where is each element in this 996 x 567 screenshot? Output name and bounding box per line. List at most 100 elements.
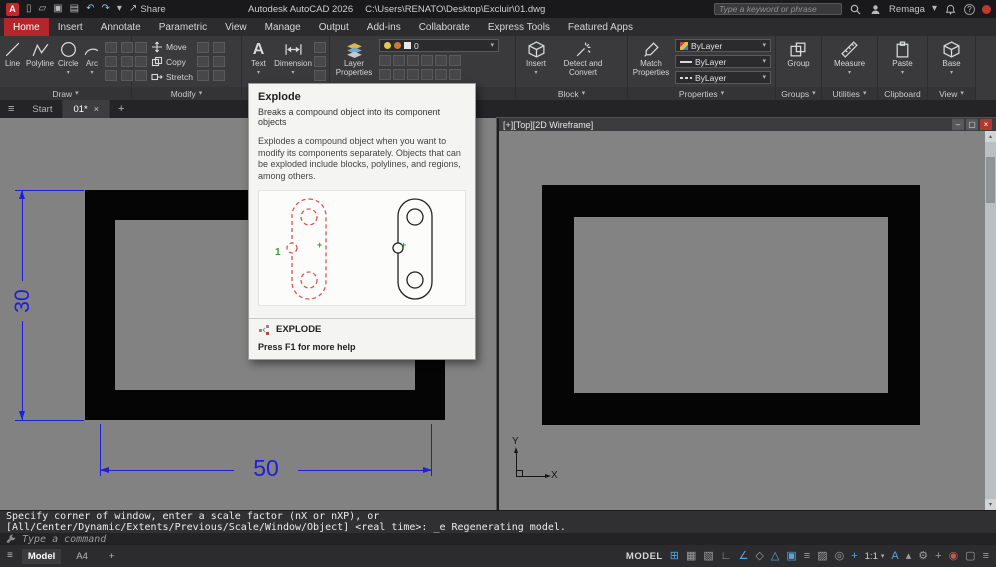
panel-label-block[interactable]: Block ▾	[516, 87, 627, 100]
modify-extra-tool-icon[interactable]	[212, 70, 225, 81]
customize-icon[interactable]: ≡	[983, 550, 989, 562]
tool-layer-properties[interactable]: Layer Properties	[333, 38, 375, 78]
layer-tool-icon[interactable]	[435, 69, 447, 80]
panel-label-draw[interactable]: Draw ▾	[0, 87, 131, 100]
ribbon-tab-output[interactable]: Output	[310, 18, 358, 36]
layer-tool-icon[interactable]	[393, 69, 405, 80]
command-prompt-text[interactable]: Type a command	[22, 534, 106, 545]
isodraft-icon[interactable]: ◇	[755, 550, 763, 562]
qat-customize-caret-icon[interactable]: ▾	[117, 4, 122, 14]
ribbon-tab-insert[interactable]: Insert	[49, 18, 92, 36]
search-icon[interactable]	[849, 3, 862, 16]
help-icon[interactable]: ?	[964, 3, 975, 15]
layer-tool-icon[interactable]	[393, 55, 405, 66]
status-indicator-icon[interactable]	[982, 4, 991, 14]
layer-tool-icon[interactable]	[421, 55, 433, 66]
draw-extra-tool-icon[interactable]	[105, 42, 118, 53]
layer-tool-icon[interactable]	[449, 69, 461, 80]
panel-label-properties[interactable]: Properties ▾	[628, 87, 775, 100]
draw-extra-tool-icon[interactable]	[105, 70, 118, 81]
linetype-select[interactable]: ByLayer ▾	[675, 71, 771, 84]
panel-label-utilities[interactable]: Utilities ▾	[822, 87, 877, 100]
account-name[interactable]: Remaga	[889, 4, 925, 15]
tool-paste[interactable]: Paste ▾	[886, 38, 920, 76]
workspace-gear-icon[interactable]: ⚙	[918, 550, 928, 562]
annotation-monitor-icon[interactable]: +	[935, 550, 941, 562]
graphics-performance-icon[interactable]: ▢	[965, 550, 975, 562]
autocad-logo-icon[interactable]: A	[6, 2, 19, 16]
open-file-icon[interactable]: ▱	[39, 4, 47, 14]
ribbon-tab-featured-apps[interactable]: Featured Apps	[559, 18, 642, 36]
tool-insert[interactable]: Insert ▾	[519, 38, 553, 76]
ribbon-tab-collaborate[interactable]: Collaborate	[410, 18, 479, 36]
viewport-right[interactable]: [+][Top][2D Wireframe] – ▢ × Y X ▴ ▾	[496, 117, 996, 511]
transparency-icon[interactable]: ▨	[817, 550, 827, 562]
lineweight-select[interactable]: ByLayer ▾	[675, 55, 771, 68]
layout-tab-a4[interactable]: A4	[70, 549, 94, 564]
layer-tool-icon[interactable]	[435, 55, 447, 66]
account-icon[interactable]	[869, 3, 882, 16]
ortho-icon[interactable]: ∟	[721, 550, 732, 562]
tool-match-properties[interactable]: Match Properties	[631, 38, 671, 78]
drawn-rectangle-frame[interactable]	[542, 185, 920, 425]
polar-icon[interactable]: ∠	[739, 550, 749, 562]
annotation-extra-tool-icon[interactable]	[314, 70, 326, 81]
command-customize-icon[interactable]	[5, 534, 16, 545]
annotation-scale-control[interactable]: 1:1 ▾	[865, 551, 885, 562]
modify-extra-tool-icon[interactable]	[196, 56, 209, 67]
ucs-icon[interactable]: Y X	[509, 436, 559, 496]
account-caret-icon[interactable]: ▾	[932, 4, 937, 14]
tool-detect-convert[interactable]: Detect and Convert	[557, 38, 609, 78]
panel-label-modify[interactable]: Modify ▾	[132, 87, 241, 100]
dynamic-input-icon[interactable]: +	[851, 550, 857, 562]
layer-tool-icon[interactable]	[379, 55, 391, 66]
annotation-extra-tool-icon[interactable]	[314, 56, 326, 67]
restore-icon[interactable]: ▢	[966, 119, 978, 130]
layer-tool-icon[interactable]	[407, 69, 419, 80]
tool-measure[interactable]: Measure ▾	[833, 38, 867, 76]
object-color-select[interactable]: ByLayer ▾	[675, 39, 771, 52]
grid-icon[interactable]: ⊞	[670, 550, 679, 562]
minimize-icon[interactable]: –	[952, 119, 964, 130]
tool-stretch[interactable]: Stretch	[151, 71, 193, 83]
undo-icon[interactable]: ↶	[86, 4, 94, 14]
scroll-up-icon[interactable]: ▴	[985, 131, 996, 142]
close-icon[interactable]: ×	[94, 104, 99, 114]
drawing-area[interactable]: 30 50 [+][Top][2D Wireframe] – ▢ × Y X ▴…	[0, 117, 996, 511]
scroll-down-icon[interactable]: ▾	[985, 499, 996, 510]
layer-tool-icon[interactable]	[421, 69, 433, 80]
modify-extra-tool-icon[interactable]	[196, 42, 209, 53]
plot-icon[interactable]: ▤	[70, 4, 79, 14]
viewport-controls-label[interactable]: [+][Top][2D Wireframe]	[503, 120, 593, 130]
selection-cycling-icon[interactable]: ◎	[835, 550, 845, 562]
ribbon-tab-manage[interactable]: Manage	[256, 18, 310, 36]
layer-select[interactable]: 0 ▾	[379, 39, 499, 52]
snap-icon[interactable]: ▦	[686, 550, 696, 562]
lineweight-icon[interactable]: ≡	[804, 550, 810, 562]
ribbon-tab-home[interactable]: Home	[4, 18, 49, 36]
autoscale-icon[interactable]: ▴	[906, 550, 912, 562]
annotation-extra-tool-icon[interactable]	[314, 42, 326, 53]
tool-circle[interactable]: Circle ▾	[58, 38, 78, 76]
otrack-icon[interactable]: △	[771, 550, 779, 562]
model-tab[interactable]: Model	[21, 548, 62, 564]
panel-label-view[interactable]: View ▾	[928, 87, 975, 100]
command-line-window[interactable]: Specify corner of window, enter a scale …	[0, 510, 996, 546]
save-icon[interactable]: ▣	[53, 4, 62, 14]
tab-start[interactable]: Start	[22, 100, 64, 118]
tool-polyline[interactable]: Polyline	[26, 38, 54, 69]
ribbon-tab-parametric[interactable]: Parametric	[150, 18, 216, 36]
annotation-visibility-icon[interactable]: A	[891, 550, 898, 562]
tab-document-01[interactable]: 01* ×	[63, 100, 111, 118]
panel-label-groups[interactable]: Groups ▾	[776, 87, 821, 100]
tool-line[interactable]: Line	[3, 38, 22, 69]
dimension-text-vertical[interactable]: 30	[11, 281, 34, 321]
osnap-icon[interactable]: ▣	[786, 550, 796, 562]
tool-move[interactable]: Move	[151, 41, 193, 53]
model-space-toggle[interactable]: MODEL	[626, 551, 663, 562]
notification-bell-icon[interactable]	[944, 3, 957, 16]
modify-extra-tool-icon[interactable]	[135, 42, 147, 53]
tool-dimension[interactable]: Dimension ▾	[274, 38, 312, 76]
modify-extra-tool-icon[interactable]	[135, 70, 147, 81]
ribbon-tab-view[interactable]: View	[216, 18, 256, 36]
